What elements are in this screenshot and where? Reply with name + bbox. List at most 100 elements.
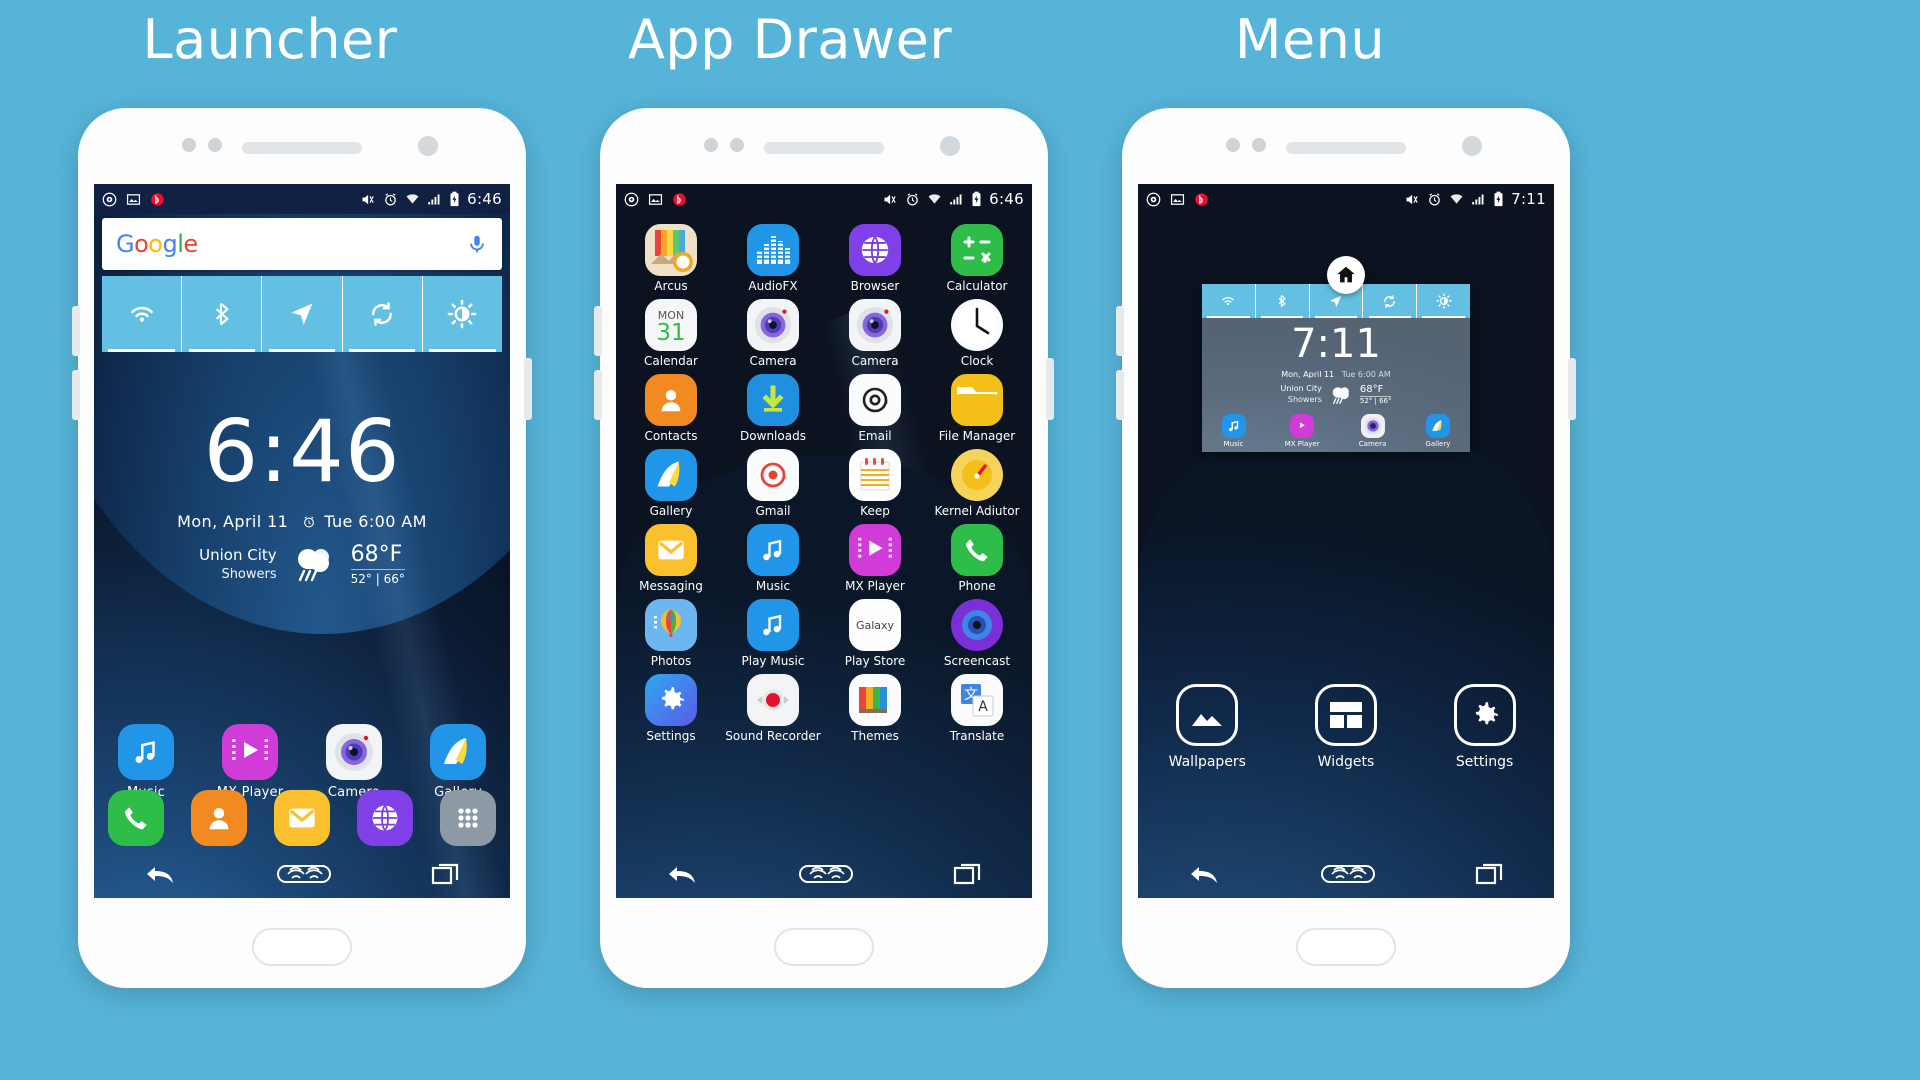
drawer-app-phone[interactable]: Phone (926, 524, 1028, 593)
brightness-toggle[interactable] (1417, 284, 1470, 318)
drawer-app-file-manager[interactable]: File Manager (926, 374, 1028, 443)
drawer-app-photos[interactable]: Photos (620, 599, 722, 668)
app-label: Gallery (1425, 440, 1451, 448)
location-toggle[interactable] (262, 276, 343, 352)
drawer-app-play-store[interactable]: Galaxy Play Store (824, 599, 926, 668)
drawer-app-arcus[interactable]: Arcus (620, 224, 722, 293)
music-note-icon (1221, 414, 1246, 438)
recents-icon[interactable] (953, 861, 983, 887)
back-arrow-icon[interactable] (665, 861, 699, 887)
back-arrow-icon[interactable] (1187, 861, 1221, 887)
microphone-icon[interactable] (466, 233, 488, 255)
drawer-app-gmail[interactable]: Gmail (722, 449, 824, 518)
drawer-app-calendar[interactable]: MON 31 Calendar (620, 299, 722, 368)
recents-icon[interactable] (1475, 861, 1505, 887)
homescreen-preview[interactable]: 7:11 Mon, April 11 Tue 6:00 AM Union Cit… (1202, 284, 1470, 452)
volume-up-button[interactable] (72, 306, 80, 356)
app-gallery[interactable]: Gallery (416, 724, 500, 800)
wifi-toggle[interactable] (1202, 284, 1256, 318)
caption-menu: Menu (1234, 8, 1386, 71)
recents-icon[interactable] (431, 861, 461, 887)
fingerprint-home-icon[interactable] (276, 861, 332, 887)
drawer-app-mx-player[interactable]: MX Player (824, 524, 926, 593)
dock-contacts[interactable] (190, 790, 247, 846)
drawer-app-clock[interactable]: Clock (926, 299, 1028, 368)
brightness-toggle[interactable] (422, 276, 503, 352)
bluetooth-toggle[interactable] (182, 276, 263, 352)
dock-all-apps[interactable] (440, 790, 497, 846)
drawer-app-kernel-adiutor[interactable]: Kernel Adiutor (926, 449, 1028, 518)
sync-toggle[interactable] (342, 276, 423, 352)
preview-app-camera[interactable]: Camera (1359, 414, 1386, 448)
drawer-app-screencast[interactable]: Screencast (926, 599, 1028, 668)
dock-phone[interactable] (107, 790, 164, 846)
dock-browser[interactable] (357, 790, 414, 846)
app-mx-player[interactable]: MX Player (208, 724, 292, 800)
app-camera[interactable]: Camera (312, 724, 396, 800)
menu-option-widgets[interactable]: Widgets (1291, 684, 1401, 770)
preview-app-music[interactable]: Music (1221, 414, 1246, 448)
phone-app-drawer: 6:46 Arcus AudioFX Browser Calculator MO… (594, 108, 1054, 988)
drawer-app-play-music[interactable]: Play Music (722, 599, 824, 668)
photos-balloon-icon (645, 599, 697, 651)
alarm-icon (1427, 192, 1442, 207)
app-label: Downloads (740, 429, 806, 443)
fingerprint-home-icon[interactable] (798, 861, 854, 887)
folder-icon (951, 374, 1003, 426)
clock-weather-widget[interactable]: 6:46 Mon, April 11 Tue 6:00 AM Union Cit… (94, 409, 510, 588)
drawer-app-audiofx[interactable]: AudioFX (722, 224, 824, 293)
app-label: Sound Recorder (725, 729, 821, 743)
drawer-app-downloads[interactable]: Downloads (722, 374, 824, 443)
app-drawer-icon (440, 790, 497, 846)
drawer-app-music[interactable]: Music (722, 524, 824, 593)
drawer-app-camera-2[interactable]: Camera (824, 299, 926, 368)
homescreen-app-row: Music MX Player Camera (94, 724, 510, 800)
bluetooth-toggle[interactable] (1255, 284, 1310, 318)
app-label: Camera (851, 354, 899, 368)
volume-down-button[interactable] (72, 370, 80, 420)
home-icon[interactable] (1327, 256, 1365, 294)
drawer-app-keep[interactable]: Keep (824, 449, 926, 518)
drawer-app-sound-recorder[interactable]: Sound Recorder (722, 674, 824, 743)
drawer-app-translate[interactable]: 文A Translate (926, 674, 1028, 743)
drawer-app-camera-1[interactable]: Camera (722, 299, 824, 368)
drawer-app-browser[interactable]: Browser (824, 224, 926, 293)
drawer-app-messaging[interactable]: Messaging (620, 524, 722, 593)
volume-up-button[interactable] (594, 306, 602, 356)
back-arrow-icon[interactable] (143, 861, 177, 887)
power-button[interactable] (524, 358, 532, 420)
sensor-dot (1226, 138, 1240, 152)
menu-option-settings[interactable]: Settings (1430, 684, 1540, 770)
menu-option-wallpapers[interactable]: Wallpapers (1152, 684, 1262, 770)
drawer-app-email[interactable]: Email (824, 374, 926, 443)
drawer-app-contacts[interactable]: Contacts (620, 374, 722, 443)
volume-down-button[interactable] (594, 370, 602, 420)
dock-messaging[interactable] (273, 790, 330, 846)
fingerprint-home-icon[interactable] (1320, 861, 1376, 887)
power-button[interactable] (1568, 358, 1576, 420)
drawer-app-calculator[interactable]: Calculator (926, 224, 1028, 293)
drawer-app-gallery[interactable]: Gallery (620, 449, 722, 518)
screenshot-stage: Launcher App Drawer Menu 6:46 Google 6:4… (0, 0, 1920, 1080)
wifi-toggle[interactable] (102, 276, 183, 352)
app-music[interactable]: Music (104, 724, 188, 800)
phone-icon (107, 790, 164, 846)
volume-down-button[interactable] (1116, 370, 1124, 420)
app-label: Music (755, 579, 791, 593)
sync-toggle[interactable] (1363, 284, 1418, 318)
physical-home-button[interactable] (774, 928, 874, 966)
google-search-bar[interactable]: Google (102, 218, 502, 270)
drawer-app-settings[interactable]: Settings (620, 674, 722, 743)
battery-charging-icon (1493, 191, 1504, 207)
preview-app-mx-player[interactable]: MX Player (1285, 414, 1320, 448)
caption-launcher: Launcher (142, 8, 398, 71)
power-button[interactable] (1046, 358, 1054, 420)
drawer-app-themes[interactable]: Themes (824, 674, 926, 743)
app-label: Photos (650, 654, 692, 668)
battery-charging-icon (449, 191, 460, 207)
volume-up-button[interactable] (1116, 306, 1124, 356)
physical-home-button[interactable] (1296, 928, 1396, 966)
physical-home-button[interactable] (252, 928, 352, 966)
preview-app-gallery[interactable]: Gallery (1425, 414, 1450, 448)
mx-player-icon (1290, 414, 1315, 438)
